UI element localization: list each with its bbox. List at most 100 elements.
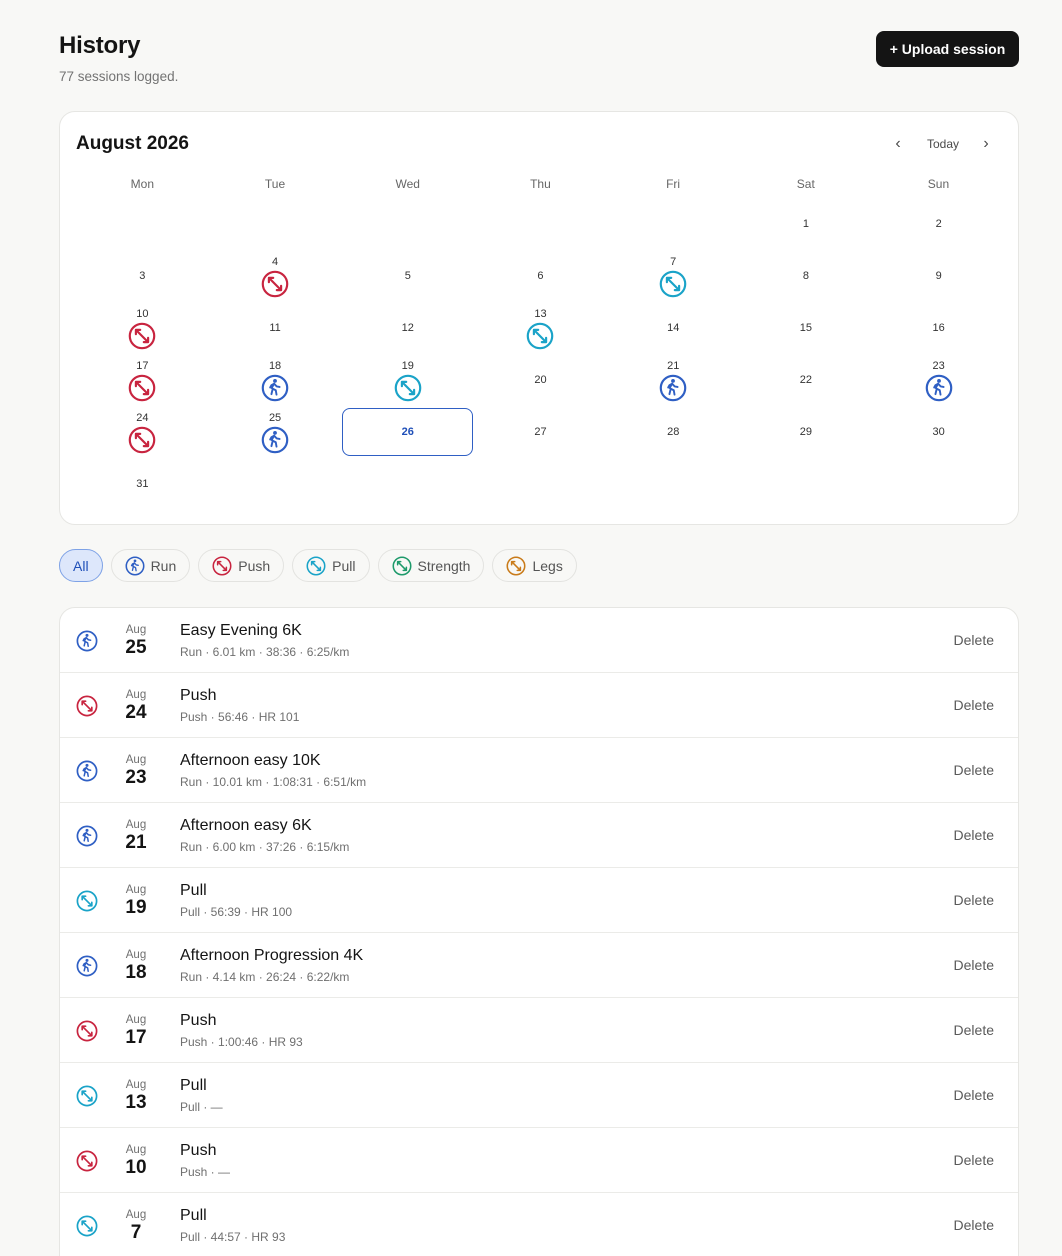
session-list: Aug 25 Easy Evening 6K Run · 6.01 km · 38:3… [59, 607, 1019, 1256]
run-icon [261, 374, 289, 401]
calendar-day-9[interactable]: 9 [873, 252, 1004, 300]
calendar-month-title: August 2026 [76, 133, 189, 154]
calendar-day-24[interactable]: 24 [77, 408, 208, 456]
weekday-fri: Fri [666, 177, 681, 191]
calendar-day-3[interactable]: 3 [77, 252, 208, 300]
delete-session-button[interactable]: Delete [954, 762, 994, 778]
calendar-day-7[interactable]: 7 [608, 252, 739, 300]
session-row[interactable]: Aug 23 Afternoon easy 10K Run · 10.01 km · … [60, 738, 1018, 803]
today-button[interactable]: Today [918, 134, 968, 154]
session-day: 7 [130, 1222, 142, 1243]
session-row[interactable]: Aug 19 Pull Pull · 56:39 · HR 100 Delete [60, 868, 1018, 933]
next-month-button[interactable]: › [974, 134, 998, 154]
session-meta: Run · 6.01 km · 38:36 · 6:25/km [180, 645, 350, 659]
calendar-day-number: 23 [932, 359, 945, 372]
run-icon [659, 374, 687, 401]
session-day: 25 [125, 637, 147, 658]
delete-session-button[interactable]: Delete [954, 1152, 994, 1168]
calendar-day-number: 19 [401, 359, 414, 372]
filter-chip-label: All [73, 557, 89, 574]
session-day: 23 [125, 767, 147, 788]
calendar-day-number: 28 [667, 426, 680, 438]
calendar-day-number: 13 [534, 307, 547, 320]
session-month: Aug [125, 689, 147, 701]
filter-chip-legs[interactable]: Legs [492, 549, 577, 582]
session-row[interactable]: Aug 10 Push Push · — Delete [60, 1128, 1018, 1193]
delete-session-button[interactable]: Delete [954, 697, 994, 713]
calendar-day-number: 7 [670, 255, 677, 268]
calendar-day-5[interactable]: 5 [342, 252, 473, 300]
session-row[interactable]: Aug 13 Pull Pull · — Delete [60, 1063, 1018, 1128]
session-day: 10 [125, 1157, 147, 1178]
calendar-day-26[interactable]: 26 [342, 408, 474, 456]
calendar-day-19[interactable]: 19 [342, 356, 473, 404]
session-row[interactable]: Aug 24 Push Push · 56:46 · HR 101 Delete [60, 673, 1018, 738]
session-title: Push [180, 1142, 217, 1159]
session-day: 19 [125, 897, 147, 918]
delete-session-button[interactable]: Delete [954, 1087, 994, 1103]
filter-chip-all[interactable]: All [59, 549, 103, 582]
calendar-day-29[interactable]: 29 [741, 408, 872, 456]
calendar-day-13[interactable]: 13 [475, 304, 606, 352]
delete-session-button[interactable]: Delete [954, 1022, 994, 1038]
calendar-day-17[interactable]: 17 [77, 356, 208, 404]
filter-chip-pull[interactable]: Pull [292, 549, 370, 582]
calendar-day-1[interactable]: 1 [741, 200, 872, 248]
session-meta: Push · 1:00:46 · HR 93 [180, 1035, 303, 1049]
calendar-day-14[interactable]: 14 [608, 304, 739, 352]
calendar-day-number: 29 [799, 426, 813, 438]
calendar-day-23[interactable]: 23 [873, 356, 1004, 404]
session-title: Afternoon easy 6K [180, 817, 312, 834]
calendar-day-11[interactable]: 11 [210, 304, 341, 352]
session-row[interactable]: Aug 25 Easy Evening 6K Run · 6.01 km · 38:3… [60, 608, 1018, 673]
calendar-day-28[interactable]: 28 [608, 408, 739, 456]
filter-chip-strength[interactable]: Strength [377, 549, 485, 582]
calendar-day-4[interactable]: 4 [210, 252, 341, 300]
session-day: 18 [125, 962, 147, 983]
delete-session-button[interactable]: Delete [954, 892, 994, 908]
calendar-day-30[interactable]: 30 [873, 408, 1004, 456]
session-title: Afternoon easy 10K [180, 752, 321, 769]
session-day: 17 [125, 1027, 147, 1048]
push-icon [76, 695, 98, 717]
calendar-blank-cell [475, 200, 606, 248]
calendar-day-12[interactable]: 12 [342, 304, 473, 352]
calendar-day-16[interactable]: 16 [873, 304, 1004, 352]
delete-session-button[interactable]: Delete [954, 957, 994, 973]
calendar-day-27[interactable]: 27 [475, 408, 606, 456]
session-title: Pull [180, 882, 207, 899]
calendar-day-22[interactable]: 22 [741, 356, 872, 404]
calendar-day-number: 21 [667, 359, 680, 372]
calendar-day-21[interactable]: 21 [608, 356, 739, 404]
session-row[interactable]: Aug 18 Afternoon Progression 4K Run · 4.14 … [60, 933, 1018, 998]
calendar-day-8[interactable]: 8 [741, 252, 872, 300]
filter-chip-push[interactable]: Push [198, 549, 285, 582]
delete-session-button[interactable]: Delete [954, 632, 994, 648]
session-row[interactable]: Aug 17 Push Push · 1:00:46 · HR 93 Delete [60, 998, 1018, 1063]
calendar-day-number: 5 [404, 270, 411, 282]
calendar-day-6[interactable]: 6 [475, 252, 606, 300]
calendar-day-31[interactable]: 31 [77, 460, 208, 508]
push-icon [129, 374, 156, 401]
session-row[interactable]: Aug 7 Pull Pull · 44:57 · HR 93 Delete [60, 1193, 1018, 1256]
calendar-day-10[interactable]: 10 [77, 304, 208, 352]
weekday-sat: Sat [796, 177, 815, 191]
run-icon [76, 955, 98, 977]
filter-chip-run[interactable]: Run [110, 549, 191, 582]
session-title: Pull [180, 1207, 207, 1224]
calendar-day-15[interactable]: 15 [741, 304, 872, 352]
delete-session-button[interactable]: Delete [954, 827, 994, 843]
calendar-blank-cell [77, 200, 208, 248]
upload-session-button[interactable]: + Upload session [876, 31, 1019, 67]
push-icon [129, 426, 156, 453]
session-row[interactable]: Aug 21 Afternoon easy 6K Run · 6.00 km · 37… [60, 803, 1018, 868]
calendar-day-25[interactable]: 25 [210, 408, 341, 456]
delete-session-button[interactable]: Delete [954, 1217, 994, 1233]
prev-month-button[interactable]: ‹ [886, 134, 910, 154]
calendar-day-2[interactable]: 2 [873, 200, 1004, 248]
calendar-day-18[interactable]: 18 [210, 356, 341, 404]
push-icon [129, 322, 156, 349]
calendar-day-number: 27 [534, 426, 547, 438]
calendar-day-20[interactable]: 20 [475, 356, 606, 404]
run-icon [76, 630, 98, 652]
